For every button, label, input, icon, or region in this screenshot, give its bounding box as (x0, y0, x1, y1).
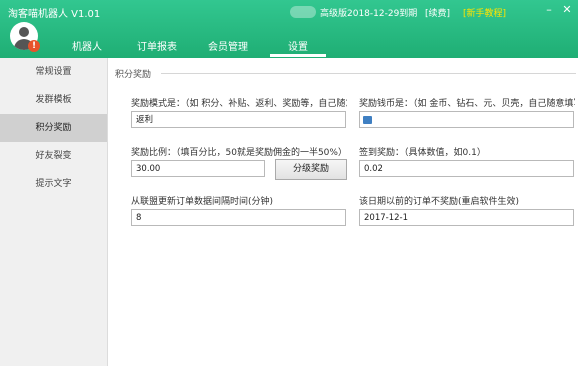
sidebar-item-group-template[interactable]: 发群模板 (0, 86, 107, 114)
alert-icon: ! (28, 40, 40, 52)
settings-sidebar: 常规设置 发群模板 积分奖励 好友裂变 提示文字 (0, 58, 108, 366)
reward-currency-label: 奖励钱币是：（如 金币、钻石、元、贝壳，自己随意填写 (359, 99, 575, 109)
beginner-tutorial-link[interactable]: [新手教程] (463, 6, 506, 19)
section-title: 积分奖励 (115, 70, 152, 80)
version-expiry-text: 高级版2018-12-29到期 (320, 9, 418, 19)
renew-link[interactable]: [续费] (425, 6, 450, 19)
reward-ratio-label: 奖励比例：（填百分比，50就是奖励佣金的一半50%） (131, 148, 347, 158)
reward-currency-input[interactable] (359, 111, 574, 128)
tab-member-management[interactable]: 会员管理 (208, 38, 248, 53)
tab-robot[interactable]: 机器人 (72, 38, 102, 53)
minimize-icon[interactable]: – (542, 3, 556, 16)
close-icon[interactable]: ✕ (560, 3, 574, 16)
refresh-interval-input[interactable]: 8 (131, 209, 346, 226)
reward-mode-label: 奖励模式是：（如 积分、补贴、返利、奖励等，自己随意 (131, 99, 347, 109)
user-name-blurred (290, 6, 316, 18)
sidebar-item-prompt-text[interactable]: 提示文字 (0, 170, 107, 198)
title-bar: 淘客喵机器人 V1.01 高级版2018-12-29到期 [续费] [新手教程]… (0, 0, 578, 58)
tiered-reward-button[interactable]: 分级奖励 (275, 159, 347, 180)
input-keyboard-icon (363, 116, 372, 124)
reward-mode-input[interactable]: 返利 (131, 111, 346, 128)
avatar-head-shape (19, 27, 29, 37)
cutoff-date-input[interactable]: 2017-12-1 (359, 209, 574, 226)
checkin-reward-label: 签到奖励：（具体数值，如0.1） (359, 148, 486, 158)
sidebar-item-friend-referral[interactable]: 好友裂变 (0, 142, 107, 170)
active-tab-indicator (270, 54, 326, 57)
sidebar-item-general[interactable]: 常规设置 (0, 58, 107, 86)
tab-settings[interactable]: 设置 (288, 38, 308, 53)
section-divider (161, 73, 576, 74)
tab-order-report[interactable]: 订单报表 (137, 38, 177, 53)
app-title: 淘客喵机器人 V1.01 (8, 9, 101, 20)
sidebar-item-points-reward[interactable]: 积分奖励 (0, 114, 107, 142)
checkin-reward-input[interactable]: 0.02 (359, 160, 574, 177)
refresh-interval-label: 从联盟更新订单数据间隔时间(分钟) (131, 197, 274, 207)
reward-ratio-input[interactable]: 30.00 (131, 160, 265, 177)
cutoff-date-label: 该日期以前的订单不奖励(重启软件生效) (359, 197, 520, 207)
